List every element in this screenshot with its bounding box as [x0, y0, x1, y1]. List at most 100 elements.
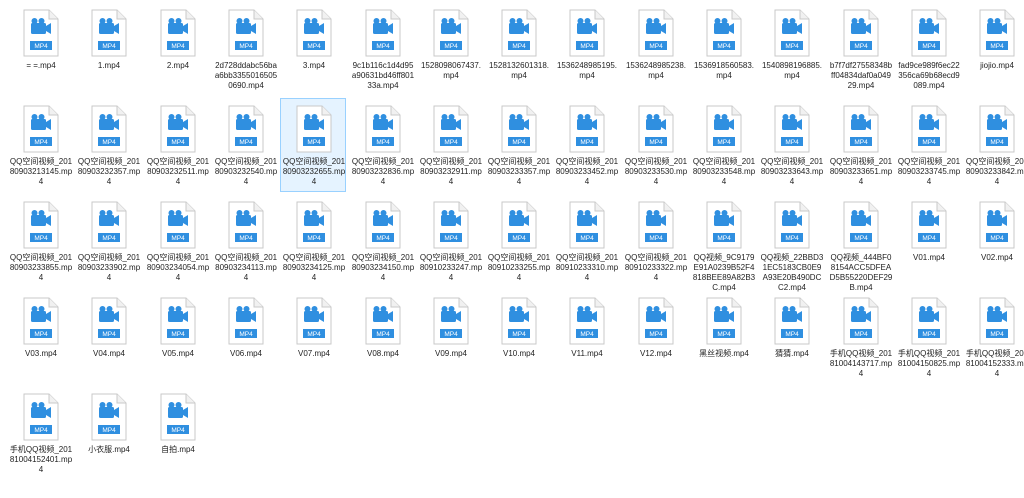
- file-name-label: 1536248985238.mp4: [625, 61, 687, 80]
- mp4-badge: MP4: [239, 331, 253, 338]
- file-item[interactable]: MP4 QQ空间视频_20180910233322.mp4: [622, 194, 688, 288]
- file-item[interactable]: MP4 1536248985238.mp4: [622, 2, 688, 96]
- file-item[interactable]: MP4 QQ视频_22BBD31EC5183CB0E9A93E20B490DCC2…: [758, 194, 824, 292]
- file-item[interactable]: MP4 V10.mp4: [485, 290, 551, 384]
- file-item[interactable]: MP4 V02.mp4: [963, 194, 1024, 288]
- mp4-badge: MP4: [854, 139, 868, 146]
- file-item[interactable]: MP4 V12.mp4: [622, 290, 688, 384]
- file-item[interactable]: MP4 QQ空间视频_20180903233842.mp4: [963, 98, 1024, 192]
- mp4-video-file-icon: MP4: [89, 105, 129, 153]
- file-name-label: QQ空间视频_20180903233643.mp4: [760, 157, 824, 186]
- mp4-video-file-icon: MP4: [294, 297, 334, 345]
- file-item[interactable]: MP4 QQ空间视频_20180903233548.mp4: [690, 98, 756, 192]
- file-name-label: b7f7df27558348bff04834daf0a04929.mp4: [829, 61, 893, 90]
- mp4-video-file-icon: MP4: [567, 297, 607, 345]
- file-item[interactable]: MP4 V09.mp4: [417, 290, 483, 384]
- mp4-badge: MP4: [580, 331, 594, 338]
- mp4-video-file-icon: MP4: [158, 105, 198, 153]
- file-item[interactable]: MP4 V08.mp4: [349, 290, 415, 384]
- file-item[interactable]: MP4 QQ空间视频_20180903233902.mp4: [75, 194, 141, 288]
- file-item[interactable]: MP4 QQ空间视频_20180903233357.mp4: [485, 98, 551, 192]
- file-item[interactable]: MP4 fad9ce989f6ec22356ca69b68ecd9089.mp4: [895, 2, 961, 96]
- mp4-badge: MP4: [239, 139, 253, 146]
- mp4-badge: MP4: [307, 235, 321, 242]
- file-item[interactable]: MP4 QQ空间视频_20180910233255.mp4: [485, 194, 551, 288]
- file-item[interactable]: MP4 V06.mp4: [212, 290, 278, 384]
- mp4-badge: MP4: [239, 235, 253, 242]
- file-item[interactable]: MP4 1.mp4: [75, 2, 141, 96]
- file-item[interactable]: MP4 2d728ddabc56baa6bb33550165050690.mp4: [212, 2, 278, 96]
- mp4-video-file-icon: MP4: [977, 201, 1017, 249]
- file-item[interactable]: MP4 手机QQ视频_20181004152333.mp4: [963, 290, 1024, 384]
- mp4-badge: MP4: [785, 331, 799, 338]
- file-item[interactable]: MP4 QQ空间视频_20180903233745.mp4: [895, 98, 961, 192]
- mp4-video-file-icon: MP4: [841, 105, 881, 153]
- mp4-video-file-icon: MP4: [567, 9, 607, 57]
- file-item[interactable]: MP4 1528098067437.mp4: [417, 2, 483, 96]
- file-item[interactable]: MP4 QQ空间视频_20180903233530.mp4: [622, 98, 688, 192]
- file-item[interactable]: MP4 QQ空间视频_20180903233651.mp4: [827, 98, 893, 192]
- file-item[interactable]: MP4 QQ视频_9C9179E91A0239B52F4818BEE89A82B3…: [690, 194, 756, 292]
- file-item[interactable]: MP4 QQ空间视频_20180903233452.mp4: [553, 98, 619, 192]
- file-item[interactable]: MP4 QQ空间视频_20180903232357.mp4: [75, 98, 141, 192]
- mp4-video-file-icon: MP4: [226, 201, 266, 249]
- file-item[interactable]: MP4 V01.mp4: [895, 194, 961, 288]
- mp4-badge: MP4: [102, 139, 116, 146]
- file-name-label: QQ空间视频_20180903234125.mp4: [282, 253, 346, 282]
- file-item[interactable]: MP4 QQ空间视频_20180903234054.mp4: [144, 194, 210, 288]
- mp4-badge: MP4: [512, 139, 526, 146]
- file-item[interactable]: MP4 QQ空间视频_20180910233310.mp4: [553, 194, 619, 288]
- file-item[interactable]: MP4 QQ空间视频_20180903234113.mp4: [212, 194, 278, 288]
- mp4-badge: MP4: [785, 43, 799, 50]
- file-name-label: QQ视频_9C9179E91A0239B52F4818BEE89A82B3C.m…: [692, 253, 756, 292]
- file-item[interactable]: MP4 手机QQ视频_20181004150825.mp4: [895, 290, 961, 384]
- file-item[interactable]: MP4 2.mp4: [144, 2, 210, 96]
- file-item[interactable]: MP4 QQ空间视频_20180903232511.mp4: [144, 98, 210, 192]
- file-item[interactable]: MP4 QQ空间视频_20180903233643.mp4: [758, 98, 824, 192]
- file-item[interactable]: MP4 1540898196885.mp4: [758, 2, 824, 96]
- file-item[interactable]: MP4 手机QQ视频_20181004143717.mp4: [827, 290, 893, 384]
- file-item[interactable]: MP4 黑丝视频.mp4: [690, 290, 756, 384]
- file-item[interactable]: MP4 QQ空间视频_20180903213145.mp4: [7, 98, 73, 192]
- file-item[interactable]: MP4 9c1b116c1d4d95a90631bd46ff80133a.mp4: [349, 2, 415, 96]
- file-item[interactable]: MP4 自拍.mp4: [144, 386, 210, 480]
- file-item[interactable]: MP4 = =.mp4: [7, 2, 73, 96]
- file-item[interactable]: MP4 1536918560583.mp4: [690, 2, 756, 96]
- file-item[interactable]: MP4 小衣服.mp4: [75, 386, 141, 480]
- file-item[interactable]: MP4 手机QQ视频_20181004152401.mp4: [7, 386, 73, 480]
- file-item[interactable]: MP4 V11.mp4: [553, 290, 619, 384]
- file-item[interactable]: MP4 1528132601318.mp4: [485, 2, 551, 96]
- mp4-badge: MP4: [785, 235, 799, 242]
- file-item[interactable]: MP4 1536248985195.mp4: [553, 2, 619, 96]
- file-name-label: 手机QQ视频_20181004143717.mp4: [829, 349, 893, 378]
- file-item[interactable]: MP4 QQ空间视频_20180910233247.mp4: [417, 194, 483, 288]
- file-item[interactable]: MP4 QQ视频_444BF08154ACC5DFEAD5B55220DEF29B…: [827, 194, 893, 292]
- mp4-video-file-icon: MP4: [704, 297, 744, 345]
- file-item[interactable]: MP4 QQ空间视频_20180903233855.mp4: [7, 194, 73, 288]
- file-name-label: QQ空间视频_20180903233855.mp4: [9, 253, 73, 282]
- file-item[interactable]: MP4 QQ空间视频_20180903232540.mp4: [212, 98, 278, 192]
- file-name-label: V06.mp4: [229, 349, 263, 358]
- file-item[interactable]: MP4 猜猜.mp4: [758, 290, 824, 384]
- mp4-badge: MP4: [239, 43, 253, 50]
- file-item[interactable]: MP4 3.mp4: [280, 2, 346, 96]
- file-item[interactable]: MP4 QQ空间视频_20180903232655.mp4: [280, 98, 346, 192]
- file-name-label: QQ空间视频_20180903232655.mp4: [282, 157, 346, 186]
- file-item[interactable]: MP4 V05.mp4: [144, 290, 210, 384]
- file-item[interactable]: MP4 jiojio.mp4: [963, 2, 1024, 96]
- mp4-badge: MP4: [171, 139, 185, 146]
- file-item[interactable]: MP4 QQ空间视频_20180903234150.mp4: [349, 194, 415, 288]
- file-item[interactable]: MP4 QQ空间视频_20180903232836.mp4: [349, 98, 415, 192]
- file-item[interactable]: MP4 QQ空间视频_20180903234125.mp4: [280, 194, 346, 288]
- file-name-label: = =.mp4: [26, 61, 56, 70]
- file-item[interactable]: MP4 b7f7df27558348bff04834daf0a04929.mp4: [827, 2, 893, 96]
- file-item[interactable]: MP4 QQ空间视频_20180903232911.mp4: [417, 98, 483, 192]
- file-item[interactable]: MP4 V03.mp4: [7, 290, 73, 384]
- file-item[interactable]: MP4 V04.mp4: [75, 290, 141, 384]
- mp4-video-file-icon: MP4: [636, 201, 676, 249]
- mp4-video-file-icon: MP4: [909, 201, 949, 249]
- mp4-badge: MP4: [512, 235, 526, 242]
- mp4-video-file-icon: MP4: [21, 201, 61, 249]
- file-item[interactable]: MP4 V07.mp4: [280, 290, 346, 384]
- file-name-label: QQ空间视频_20180910233322.mp4: [624, 253, 688, 282]
